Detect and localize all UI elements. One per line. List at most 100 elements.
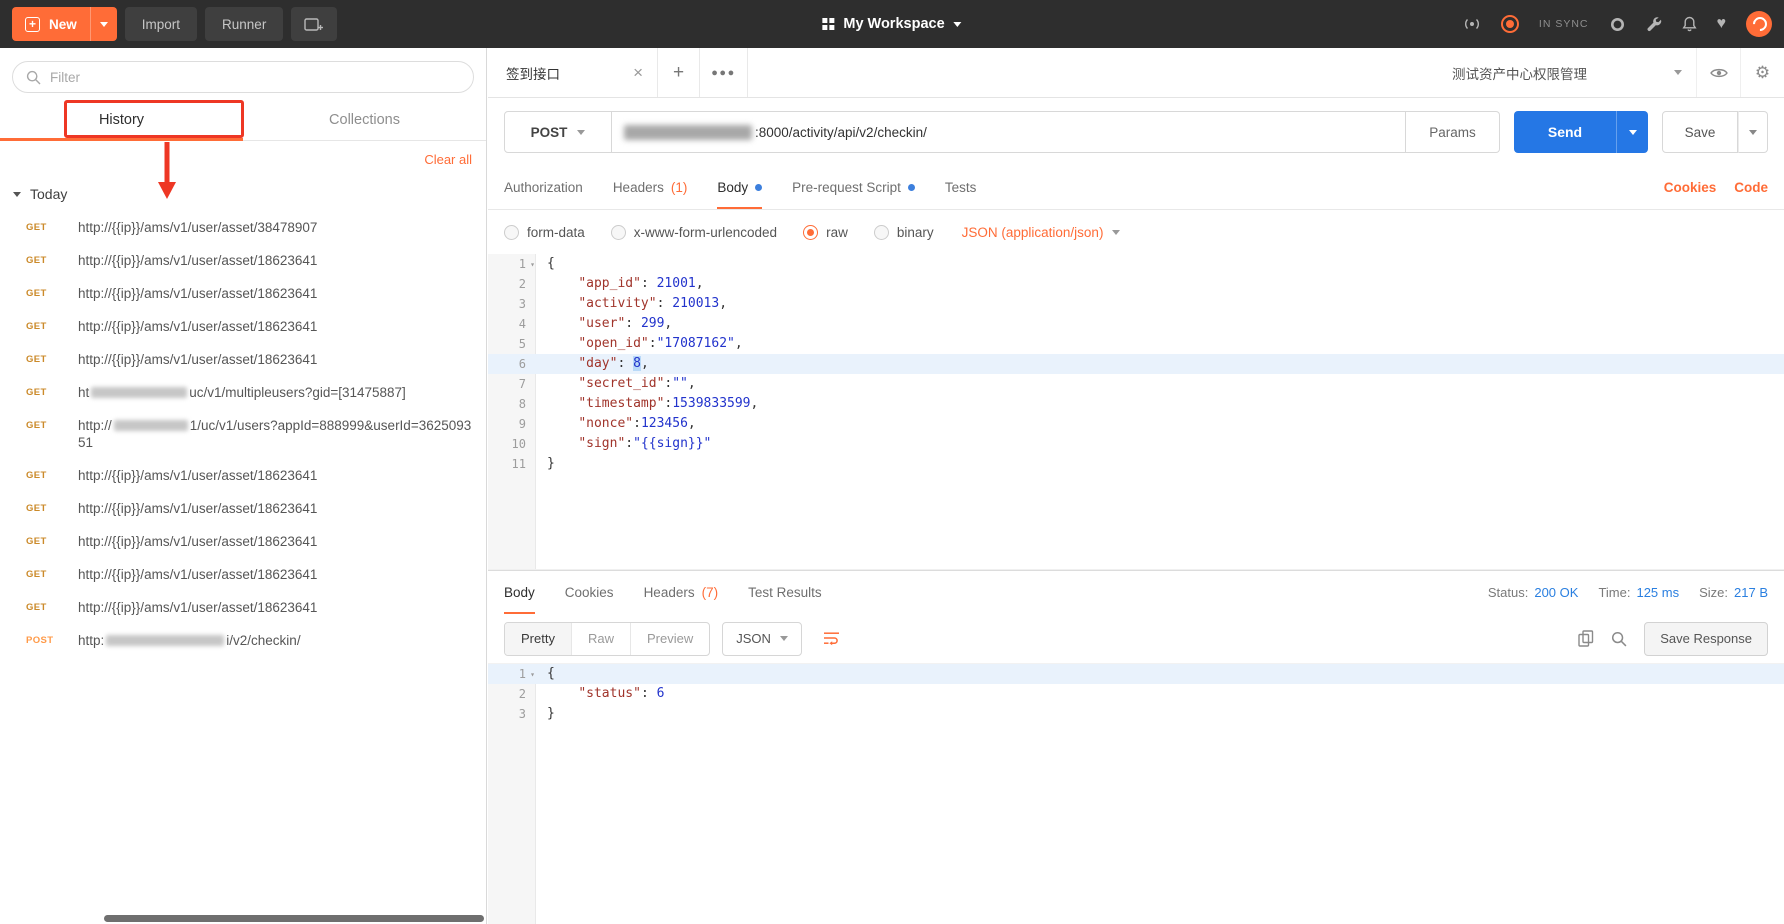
tab-history[interactable]: History xyxy=(0,99,243,140)
history-item[interactable]: POSThttp:i/v2/checkin/ xyxy=(0,624,486,657)
send-button[interactable]: Send xyxy=(1514,111,1616,153)
connectivity-icon[interactable] xyxy=(1463,16,1481,32)
history-item[interactable]: GEThttp://{{ip}}/ams/v1/user/asset/18623… xyxy=(0,459,486,492)
history-item[interactable]: GEThttp://{{ip}}/ams/v1/user/asset/38478… xyxy=(0,211,486,244)
tab-label: Tests xyxy=(945,180,977,195)
radio-icon xyxy=(803,225,818,240)
view-mode-preview[interactable]: Preview xyxy=(631,623,709,655)
wrap-lines-button[interactable] xyxy=(814,622,850,656)
history-item[interactable]: GEThttp://{{ip}}/ams/v1/user/asset/18623… xyxy=(0,244,486,277)
workspace-selector[interactable]: My Workspace xyxy=(822,0,961,48)
history-item[interactable]: GEThttp://1/uc/v1/users?appId=888999&use… xyxy=(0,409,486,459)
environment-settings-button[interactable]: ⚙ xyxy=(1740,48,1784,97)
history-item[interactable]: GEThttp://{{ip}}/ams/v1/user/asset/18623… xyxy=(0,492,486,525)
radio-label: x-www-form-urlencoded xyxy=(634,225,777,240)
plus-icon: + xyxy=(25,17,40,32)
sync-indicator-icon[interactable] xyxy=(1501,15,1519,33)
new-tab-button[interactable]: + xyxy=(658,48,700,97)
filter-input[interactable] xyxy=(50,70,460,85)
response-format-value: JSON xyxy=(736,631,771,646)
history-item[interactable]: GEThttp://{{ip}}/ams/v1/user/asset/18623… xyxy=(0,343,486,376)
tab-label: Body xyxy=(717,180,748,195)
body-type-x-www-form-urlencoded[interactable]: x-www-form-urlencoded xyxy=(611,225,777,240)
body-type-binary[interactable]: binary xyxy=(874,225,934,240)
url-input[interactable]: :8000/activity/api/v2/checkin/ xyxy=(612,111,1406,153)
request-url: htuc/v1/multipleusers?gid=[31475887] xyxy=(78,384,406,401)
tab-collections[interactable]: Collections xyxy=(243,99,486,140)
request-body-editor[interactable]: 1▾{2 "app_id": 21001,3 "activity": 21001… xyxy=(488,254,1784,570)
send-dropdown-button[interactable] xyxy=(1616,111,1648,153)
history-item[interactable]: GEThttp://{{ip}}/ams/v1/user/asset/18623… xyxy=(0,591,486,624)
open-new-window-button[interactable] xyxy=(291,7,337,41)
request-tab-headers[interactable]: Headers(1) xyxy=(613,166,688,209)
request-tab-pre-request-script[interactable]: Pre-request Script xyxy=(792,166,915,209)
response-tab-headers[interactable]: Headers(7) xyxy=(644,571,719,614)
method-dropdown[interactable]: POST xyxy=(504,111,612,153)
code-line: 7 "secret_id":"", xyxy=(488,374,1784,394)
notifications-bell-icon[interactable] xyxy=(1682,16,1697,32)
interceptor-icon[interactable] xyxy=(1609,16,1626,33)
size-label: Size: xyxy=(1699,585,1728,600)
fold-caret-icon[interactable]: ▾ xyxy=(530,665,535,685)
content-type-dropdown[interactable]: JSON (application/json) xyxy=(962,225,1121,240)
horizontal-scrollbar-thumb[interactable] xyxy=(104,915,484,922)
filter-box xyxy=(12,61,474,93)
code-line: 10 "sign":"{{sign}}" xyxy=(488,434,1784,454)
chevron-down-icon xyxy=(1629,130,1637,135)
request-tab-authorization[interactable]: Authorization xyxy=(504,166,583,209)
new-button[interactable]: + New xyxy=(12,7,117,41)
chevron-down-icon xyxy=(780,636,788,641)
save-button[interactable]: Save xyxy=(1662,111,1738,153)
history-item[interactable]: GEThttp://{{ip}}/ams/v1/user/asset/18623… xyxy=(0,277,486,310)
save-dropdown-button[interactable] xyxy=(1738,111,1768,153)
history-group-today[interactable]: Today xyxy=(0,177,486,211)
view-mode-raw[interactable]: Raw xyxy=(572,623,631,655)
method-label: GET xyxy=(26,219,66,233)
method-label: GET xyxy=(26,252,66,266)
response-view-modes: PrettyRawPreview xyxy=(504,622,710,656)
fold-caret-icon[interactable]: ▾ xyxy=(530,255,535,275)
chevron-down-icon xyxy=(954,22,962,27)
environment-selector[interactable]: 测试资产中心权限管理 xyxy=(1438,48,1696,97)
params-button[interactable]: Params xyxy=(1406,111,1500,153)
history-item[interactable]: GEThttp://{{ip}}/ams/v1/user/asset/18623… xyxy=(0,558,486,591)
close-icon[interactable]: × xyxy=(633,64,643,81)
clear-all-link[interactable]: Clear all xyxy=(424,152,472,167)
history-item[interactable]: GEThttp://{{ip}}/ams/v1/user/asset/18623… xyxy=(0,310,486,343)
method-label: GET xyxy=(26,500,66,514)
body-type-form-data[interactable]: form-data xyxy=(504,225,585,240)
code-line: 6 "day": 8, xyxy=(488,354,1784,374)
response-body-editor[interactable]: 1▾{2 "status": 63} xyxy=(488,664,1784,924)
view-mode-pretty[interactable]: Pretty xyxy=(505,623,572,655)
save-response-button[interactable]: Save Response xyxy=(1644,622,1768,656)
sync-status-text: IN SYNC xyxy=(1539,18,1589,30)
user-avatar[interactable] xyxy=(1746,11,1772,37)
method-label: GET xyxy=(26,417,66,431)
code-link[interactable]: Code xyxy=(1734,180,1768,195)
request-tab-tests[interactable]: Tests xyxy=(945,166,977,209)
tab-label: Test Results xyxy=(748,585,822,600)
search-response-button[interactable] xyxy=(1611,631,1627,647)
history-item[interactable]: GEThtuc/v1/multipleusers?gid=[31475887] xyxy=(0,376,486,409)
response-tab-test-results[interactable]: Test Results xyxy=(748,571,822,614)
body-type-raw[interactable]: raw xyxy=(803,225,848,240)
cookies-link[interactable]: Cookies xyxy=(1664,180,1717,195)
settings-wrench-icon[interactable] xyxy=(1646,16,1662,32)
history-list: GEThttp://{{ip}}/ams/v1/user/asset/38478… xyxy=(0,211,486,657)
runner-button[interactable]: Runner xyxy=(205,7,283,41)
import-button[interactable]: Import xyxy=(125,7,197,41)
history-item[interactable]: GEThttp://{{ip}}/ams/v1/user/asset/18623… xyxy=(0,525,486,558)
response-format-dropdown[interactable]: JSON xyxy=(722,622,802,656)
search-icon xyxy=(1611,631,1627,647)
code-line: 8 "timestamp":1539833599, xyxy=(488,394,1784,414)
response-tab-cookies[interactable]: Cookies xyxy=(565,571,614,614)
new-dropdown-button[interactable] xyxy=(90,7,117,41)
heart-icon[interactable]: ♥ xyxy=(1717,16,1727,32)
response-tab-body[interactable]: Body xyxy=(504,571,535,614)
more-tabs-button[interactable]: ●●● xyxy=(700,48,748,97)
tab-count: (1) xyxy=(671,180,688,195)
copy-response-button[interactable] xyxy=(1578,630,1594,647)
request-tab-body[interactable]: Body xyxy=(717,166,762,209)
open-request-tab[interactable]: 签到接口 × xyxy=(488,48,658,97)
environment-quicklook-button[interactable] xyxy=(1696,48,1740,97)
